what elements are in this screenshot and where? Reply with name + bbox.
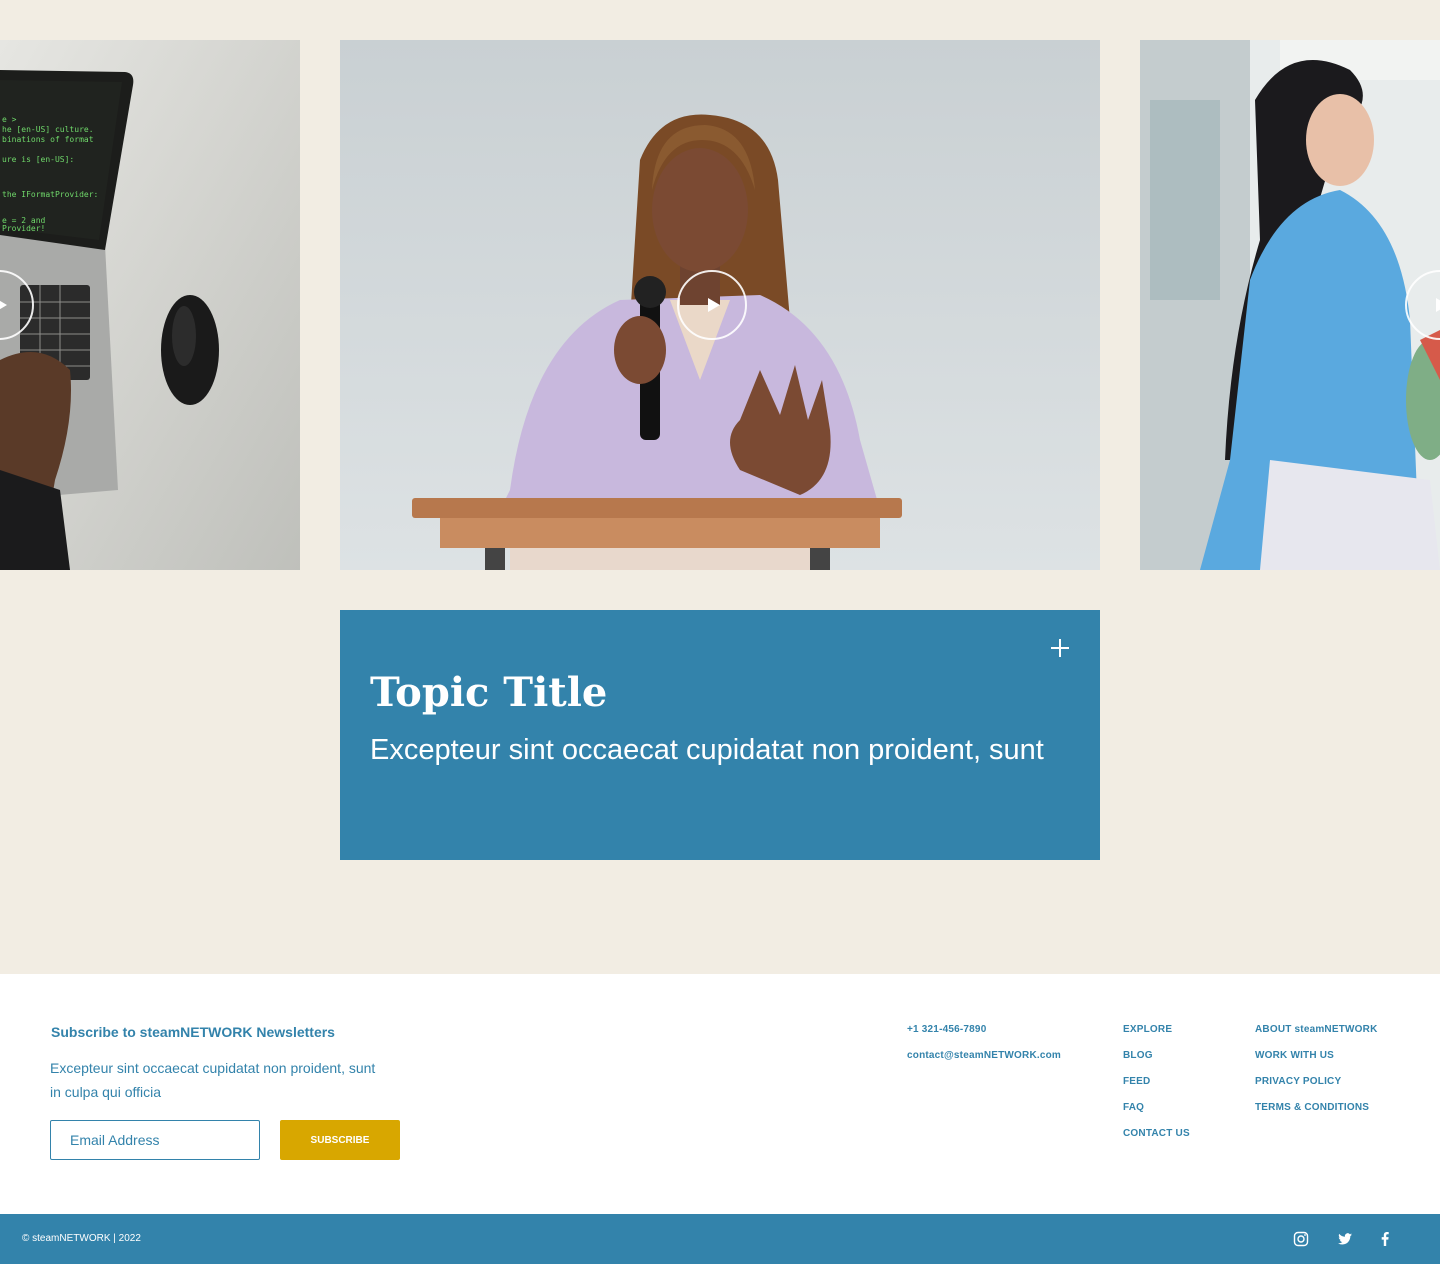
woman-in-blue-image <box>1140 40 1440 570</box>
footer-link-privacy-policy[interactable]: PRIVACY POLICY <box>1255 1076 1378 1102</box>
email-link[interactable]: contact@steamNETWORK.com <box>907 1050 1061 1076</box>
email-input[interactable] <box>50 1120 260 1160</box>
instagram-icon[interactable] <box>1293 1231 1309 1247</box>
svg-text:the IFormatProvider:: the IFormatProvider: <box>2 190 98 199</box>
bottom-bar: © steamNETWORK | 2022 <box>0 1214 1440 1264</box>
footer-link-about[interactable]: ABOUT steamNETWORK <box>1255 1024 1378 1050</box>
newsletter-title: Subscribe to steamNETWORK Newsletters <box>51 1024 335 1040</box>
svg-text:ure is [en-US]:: ure is [en-US]: <box>2 155 74 164</box>
footer-link-explore[interactable]: EXPLORE <box>1123 1024 1190 1050</box>
play-button-center[interactable] <box>677 270 747 340</box>
footer-link-work-with-us[interactable]: WORK WITH US <box>1255 1050 1378 1076</box>
footer-nav-secondary: ABOUT steamNETWORK WORK WITH US PRIVACY … <box>1255 1024 1378 1128</box>
footer-contact: +1 321-456-7890 contact@steamNETWORK.com <box>907 1024 1061 1076</box>
video-carousel: e > he [en-US] culture. binations of for… <box>0 40 1440 570</box>
play-icon <box>1436 298 1440 312</box>
copyright-text: © steamNETWORK | 2022 <box>22 1233 141 1244</box>
footer-link-blog[interactable]: BLOG <box>1123 1050 1190 1076</box>
carousel-slide-woman-blue[interactable] <box>1140 40 1440 570</box>
plus-icon[interactable] <box>1048 636 1072 660</box>
twitter-icon[interactable] <box>1337 1231 1353 1247</box>
footer-nav-primary: EXPLORE BLOG FEED FAQ CONTACT US <box>1123 1024 1190 1154</box>
carousel-slide-laptop[interactable]: e > he [en-US] culture. binations of for… <box>0 40 300 570</box>
svg-text:binations of format: binations of format <box>2 135 94 144</box>
svg-text:e >: e > <box>2 115 17 124</box>
footer-link-terms[interactable]: TERMS & CONDITIONS <box>1255 1102 1378 1128</box>
carousel-slide-speaker[interactable] <box>340 40 1100 570</box>
phone-link[interactable]: +1 321-456-7890 <box>907 1024 1061 1050</box>
footer-link-contact-us[interactable]: CONTACT US <box>1123 1128 1190 1154</box>
topic-card: Topic Title Excepteur sint occaecat cupi… <box>340 610 1100 860</box>
topic-description: Excepteur sint occaecat cupidatat non pr… <box>370 734 1044 766</box>
footer-link-feed[interactable]: FEED <box>1123 1076 1190 1102</box>
play-icon <box>708 298 720 312</box>
footer: Subscribe to steamNETWORK Newsletters Ex… <box>0 974 1440 1214</box>
svg-text:he [en-US] culture.: he [en-US] culture. <box>2 125 94 134</box>
footer-link-faq[interactable]: FAQ <box>1123 1102 1190 1128</box>
topic-title: Topic Title <box>370 669 608 716</box>
svg-text:Provider!: Provider! <box>2 224 45 233</box>
laptop-coding-image: e > he [en-US] culture. binations of for… <box>0 40 300 570</box>
play-icon <box>0 298 7 312</box>
subscribe-button[interactable]: SUBSCRIBE <box>280 1120 400 1160</box>
facebook-icon[interactable] <box>1377 1231 1393 1247</box>
newsletter-description: Excepteur sint occaecat cupidatat non pr… <box>50 1060 376 1100</box>
